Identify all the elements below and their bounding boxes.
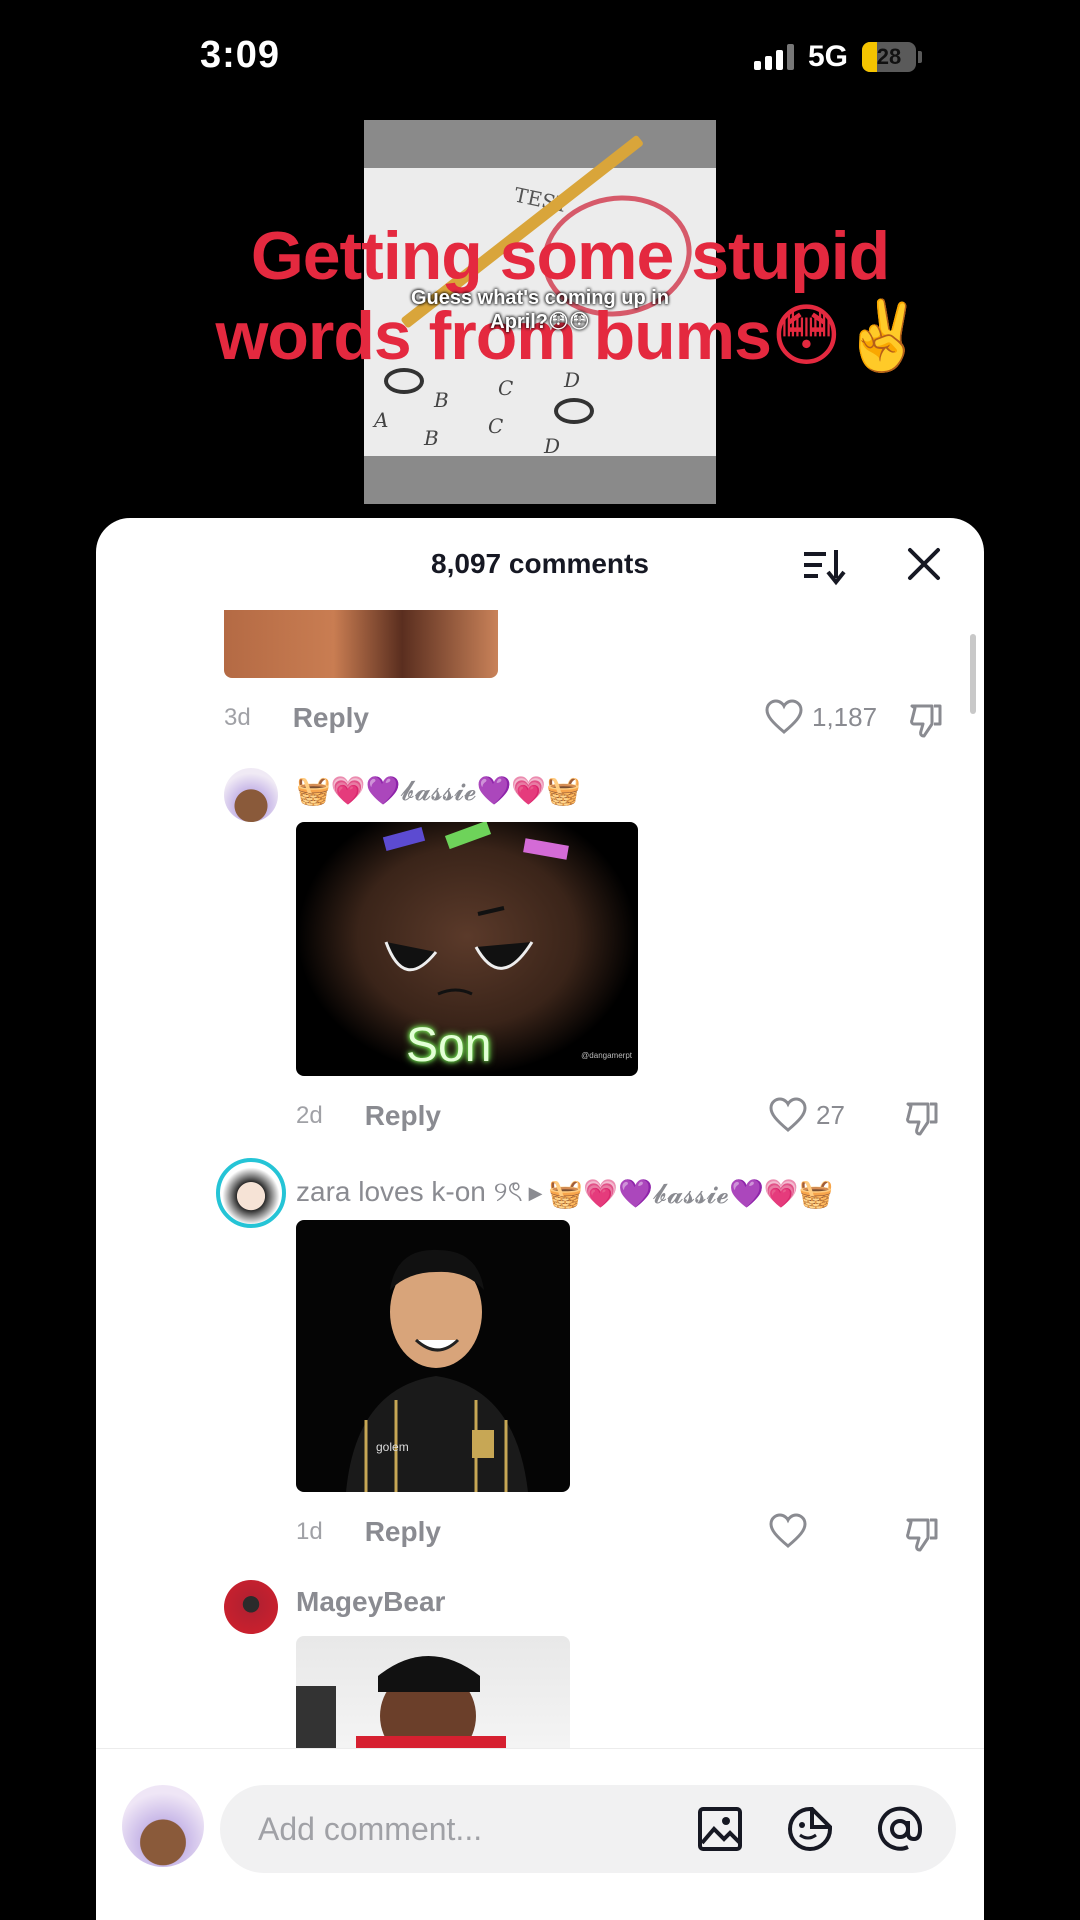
reply-button[interactable]: Reply xyxy=(293,702,369,734)
status-time: 3:09 xyxy=(200,34,281,76)
comment-username[interactable]: MageyBear xyxy=(296,1586,445,1618)
heart-icon xyxy=(769,1097,807,1132)
username-text: zara loves k-on ୨ৎ xyxy=(296,1176,523,1207)
shirt-text: golem xyxy=(376,1440,409,1454)
comment-username[interactable]: zara loves k-on ୨ৎ ▶ 🧺💗💜𝓫𝓪𝓼𝓼𝓲𝓮💜💗🧺 xyxy=(296,1170,834,1217)
comments-count: 8,097 comments xyxy=(431,548,649,579)
heart-icon xyxy=(769,1513,807,1548)
comment-sticker[interactable] xyxy=(296,1636,570,1748)
comment-time: 1d xyxy=(296,1518,323,1545)
avatar[interactable] xyxy=(216,1158,286,1228)
like-button[interactable]: 1,187 xyxy=(764,698,877,736)
sticker-icon[interactable] xyxy=(786,1805,834,1853)
comment-time: 3d xyxy=(224,704,251,731)
comments-list: 3d Reply 1,187 🧺💗💜𝓫𝓪𝓼𝓼𝓲𝓮💜💗🧺 Son @dangame xyxy=(96,610,984,1748)
comment-meta: 3d Reply xyxy=(224,702,369,734)
comment-input-bar xyxy=(96,1748,984,1920)
close-icon[interactable] xyxy=(904,544,944,584)
sort-icon[interactable] xyxy=(802,546,846,586)
sticker-caption: Son xyxy=(406,1019,492,1072)
heart-icon xyxy=(765,699,803,734)
reply-button[interactable]: Reply xyxy=(365,1100,441,1132)
add-comment-input[interactable] xyxy=(220,1785,956,1873)
comments-panel: 8,097 comments 3d Reply 1,187 🧺💗💜𝓫𝓪𝓼𝓼𝓲𝓮💜… xyxy=(96,518,984,1920)
like-count: 1,187 xyxy=(812,701,878,732)
video-caption-small: Guess what's coming up in April?😳😳 xyxy=(410,287,670,333)
comment-meta: 1d Reply xyxy=(296,1516,441,1548)
comment-time: 2d xyxy=(296,1102,323,1129)
comment-image[interactable] xyxy=(224,610,498,678)
my-avatar[interactable] xyxy=(122,1785,204,1867)
reply-to-username[interactable]: 🧺💗💜𝓫𝓪𝓼𝓼𝓲𝓮💜💗🧺 xyxy=(548,1177,833,1211)
image-icon[interactable] xyxy=(696,1805,744,1853)
sticker-credit: @dangamerpt xyxy=(581,1051,632,1060)
mention-icon[interactable] xyxy=(876,1805,924,1853)
dislike-icon[interactable] xyxy=(902,1098,942,1138)
comment-meta: 2d Reply xyxy=(296,1100,441,1132)
like-button[interactable]: 27 xyxy=(768,1096,845,1134)
avatar[interactable] xyxy=(224,1580,278,1634)
like-count: 27 xyxy=(816,1099,845,1130)
comments-header: 8,097 comments xyxy=(96,518,984,610)
comment-sticker[interactable]: Son @dangamerpt xyxy=(296,822,638,1076)
reply-button[interactable]: Reply xyxy=(365,1516,441,1548)
comment-sticker[interactable]: golem xyxy=(296,1220,570,1492)
comment-username[interactable]: 🧺💗💜𝓫𝓪𝓼𝓼𝓲𝓮💜💗🧺 xyxy=(296,774,581,808)
sticker-person xyxy=(346,1249,528,1492)
reply-arrow-icon: ▶ xyxy=(528,1183,543,1203)
network-type: 5G xyxy=(807,40,848,73)
sticker-person xyxy=(296,1656,506,1748)
battery-level: 28 xyxy=(876,44,902,69)
avatar[interactable] xyxy=(224,768,278,822)
status-indicators: 5G 28 xyxy=(753,40,922,74)
like-button[interactable] xyxy=(768,1512,816,1550)
dislike-icon[interactable] xyxy=(906,700,946,740)
dislike-icon[interactable] xyxy=(902,1514,942,1554)
battery-icon: 28 xyxy=(862,42,922,72)
signal-icon xyxy=(753,44,794,70)
